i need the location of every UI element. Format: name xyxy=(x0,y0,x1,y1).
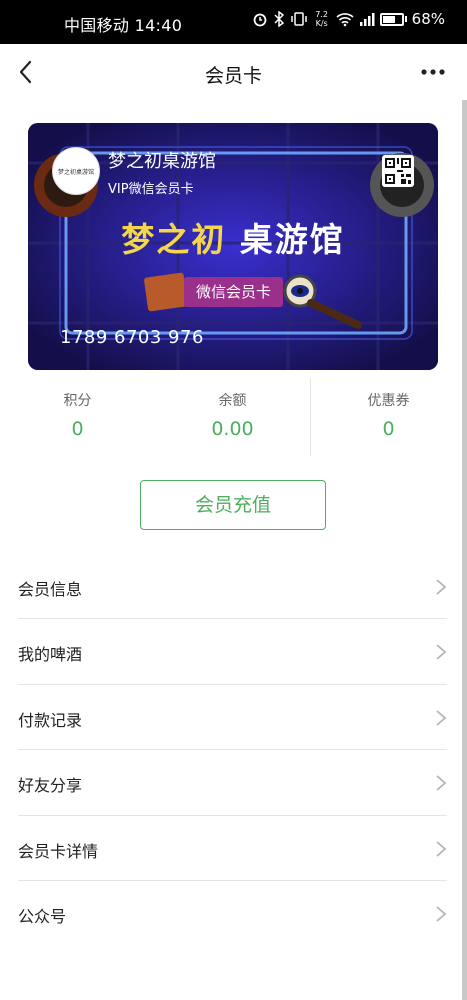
chevron-right-icon xyxy=(436,775,447,791)
stat-coupons[interactable]: 优惠券 0 xyxy=(311,378,466,456)
card-level: VIP微信会员卡 xyxy=(108,182,194,197)
card-number: 1789 6703 976 xyxy=(60,327,204,348)
battery-icon xyxy=(379,12,407,26)
menu-item-label: 付款记录 xyxy=(18,710,83,730)
stat-value: 0 xyxy=(71,418,84,440)
vibrate-icon xyxy=(290,12,307,26)
stat-value: 0.00 xyxy=(211,418,254,440)
menu-item-label: 好友分享 xyxy=(18,776,83,796)
battery-percent: 68% xyxy=(411,10,445,28)
stat-balance[interactable]: 余额 0.00 xyxy=(155,378,310,456)
menu-item-friend-share[interactable]: 好友分享 xyxy=(18,750,447,816)
banner-part2: 桌游馆 xyxy=(226,220,345,259)
wifi-icon xyxy=(336,13,354,27)
net-speed-unit: K/s xyxy=(315,19,328,28)
store-logo: 梦之初桌游馆 xyxy=(52,147,100,195)
menu-item-label: 会员卡详情 xyxy=(18,841,99,861)
chevron-right-icon xyxy=(436,644,447,661)
net-speed-value: 7.2 xyxy=(315,10,329,19)
stat-points[interactable]: 积分 0 xyxy=(0,378,155,456)
more-icon[interactable] xyxy=(419,58,447,86)
menu-item-my-beer[interactable]: 我的啤酒 xyxy=(18,619,447,685)
member-card[interactable]: 梦之初桌游馆 梦之初桌游馆 VIP微信会员卡 梦之初 桌游馆 微信会员卡 178… xyxy=(28,123,438,370)
nav-bar: 会员卡 xyxy=(0,44,467,100)
stats-row: 积分 0 余额 0.00 优惠券 0 xyxy=(0,378,467,456)
menu-item-official-account[interactable]: 公众号 xyxy=(18,881,447,946)
menu-item-label: 我的啤酒 xyxy=(18,645,83,665)
menu-item-label: 会员信息 xyxy=(18,580,83,599)
signal-icon xyxy=(359,13,375,26)
chevron-right-icon xyxy=(436,579,447,595)
status-icons: 7.2 K/s 68% xyxy=(252,10,445,28)
net-speed: 7.2 K/s xyxy=(313,10,331,28)
stat-label: 余额 xyxy=(218,393,247,409)
card-banner-title: 梦之初 桌游馆 xyxy=(28,213,438,261)
menu-item-card-details[interactable]: 会员卡详情 xyxy=(18,816,447,881)
status-bar: 中国移动 14:40 7.2 K/s 68% xyxy=(0,0,467,44)
menu-item-payment-records[interactable]: 付款记录 xyxy=(18,685,447,751)
stat-value: 0 xyxy=(382,418,395,440)
chevron-right-icon xyxy=(436,840,447,857)
banner-part1: 梦之初 xyxy=(121,220,227,259)
carrier-time: 中国移动 14:40 xyxy=(64,16,183,35)
chevron-right-icon xyxy=(436,710,447,726)
card-ribbon: 微信会员卡 xyxy=(184,277,284,307)
page-title: 会员卡 xyxy=(204,65,262,87)
recharge-button[interactable]: 会员充值 xyxy=(140,480,326,530)
menu-list: 会员信息 我的啤酒 付款记录 好友分享 会员卡详情 公众号 xyxy=(0,554,467,946)
qr-code-icon[interactable] xyxy=(382,155,414,187)
alarm-icon xyxy=(253,13,267,27)
stat-label: 积分 xyxy=(63,393,92,409)
store-name: 梦之初桌游馆 xyxy=(108,151,216,172)
chevron-right-icon xyxy=(436,906,447,922)
stat-label: 优惠券 xyxy=(367,393,410,409)
bluetooth-icon xyxy=(274,11,284,27)
store-logo-text: 梦之初桌游馆 xyxy=(57,168,94,176)
menu-item-member-info[interactable]: 会员信息 xyxy=(18,554,447,620)
menu-item-label: 公众号 xyxy=(18,906,67,926)
